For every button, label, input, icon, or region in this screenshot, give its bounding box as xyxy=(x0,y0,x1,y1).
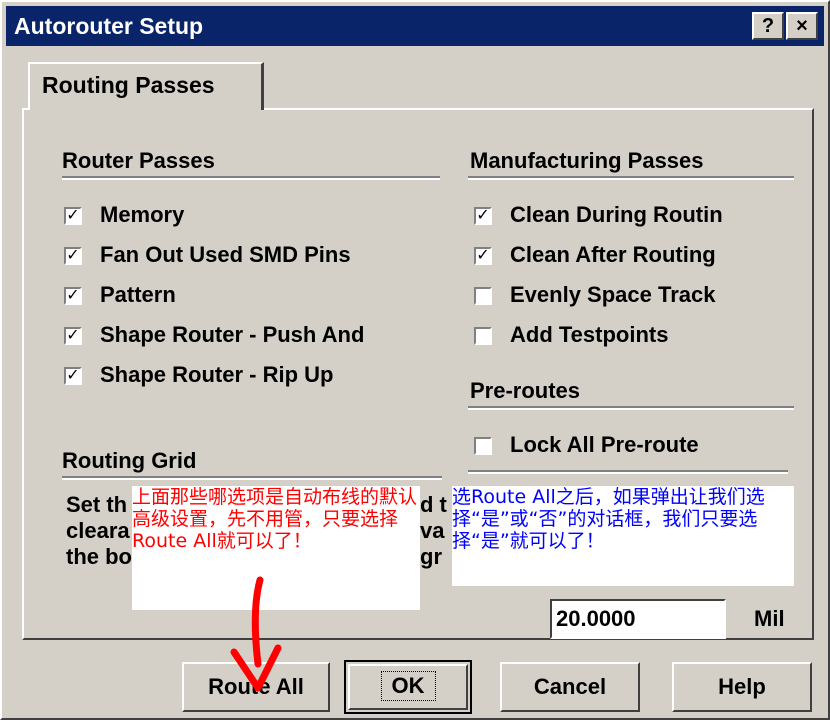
checkbox-shape-push[interactable]: ✓ xyxy=(64,327,82,345)
title-bar[interactable]: Autorouter Setup ? × xyxy=(6,6,824,46)
manufacturing-passes-divider xyxy=(468,176,794,180)
checkbox-shape-ripup[interactable]: ✓ xyxy=(64,367,82,385)
help-button[interactable]: Help xyxy=(672,662,812,712)
grid-text-line1: Set th xyxy=(66,492,128,517)
blue-annotation-note: 选Route All之后，如果弹出让我们选择“是”或“否”的对话框，我们只要选择… xyxy=(452,486,794,586)
ok-button-label: OK xyxy=(380,671,436,701)
grid-value-input[interactable]: 20.0000 xyxy=(550,599,726,639)
ok-button-face: OK xyxy=(348,664,468,710)
label-fan-out: Fan Out Used SMD Pins xyxy=(100,242,351,267)
label-shape-ripup: Shape Router - Rip Up xyxy=(100,362,334,387)
router-passes-divider xyxy=(62,176,440,180)
pre-routes-bottom-divider xyxy=(468,470,788,474)
grid-text-line3: the bo xyxy=(66,544,132,569)
label-shape-push: Shape Router - Push And xyxy=(100,322,365,347)
label-lock-pre-route: Lock All Pre-route xyxy=(510,432,699,457)
checkbox-clean-during[interactable]: ✓ xyxy=(474,207,492,225)
checkbox-add-testpoints[interactable] xyxy=(474,327,492,345)
cancel-button[interactable]: Cancel xyxy=(500,662,640,712)
tab-label: Routing Passes xyxy=(42,72,215,98)
grid-text-line3-b: gr xyxy=(420,544,442,569)
checkbox-fan-out[interactable]: ✓ xyxy=(64,247,82,265)
tab-routing-passes[interactable]: Routing Passes xyxy=(28,62,264,110)
routing-grid-header: Routing Grid xyxy=(62,448,197,473)
checkbox-clean-after[interactable]: ✓ xyxy=(474,247,492,265)
close-icon[interactable]: × xyxy=(786,12,818,40)
checkbox-lock-pre-route[interactable] xyxy=(474,437,492,455)
label-clean-during: Clean During Routin xyxy=(510,202,723,227)
autorouter-setup-dialog: Autorouter Setup ? × Routing Passes Rout… xyxy=(0,0,830,720)
grid-text-line1-b: d t xyxy=(420,492,447,517)
red-arrow-annotation xyxy=(230,576,282,692)
ok-button[interactable]: OK xyxy=(344,660,472,714)
label-pattern: Pattern xyxy=(100,282,176,307)
checkbox-pattern[interactable]: ✓ xyxy=(64,287,82,305)
window-title: Autorouter Setup xyxy=(14,13,204,39)
label-evenly-space: Evenly Space Track xyxy=(510,282,716,307)
pre-routes-divider xyxy=(468,406,794,410)
label-memory: Memory xyxy=(100,202,185,227)
grid-text-line2: cleara xyxy=(66,518,130,543)
manufacturing-passes-header: Manufacturing Passes xyxy=(470,148,704,173)
checkbox-evenly-space[interactable] xyxy=(474,287,492,305)
grid-unit-label: Mil xyxy=(754,606,785,631)
grid-text-line2-b: va xyxy=(420,518,445,543)
help-title-button[interactable]: ? xyxy=(752,12,784,40)
pre-routes-header: Pre-routes xyxy=(470,378,581,403)
routing-grid-divider xyxy=(62,476,442,480)
router-passes-header: Router Passes xyxy=(62,148,215,173)
label-clean-after: Clean After Routing xyxy=(510,242,716,267)
checkbox-memory[interactable]: ✓ xyxy=(64,207,82,225)
label-add-testpoints: Add Testpoints xyxy=(510,322,669,347)
